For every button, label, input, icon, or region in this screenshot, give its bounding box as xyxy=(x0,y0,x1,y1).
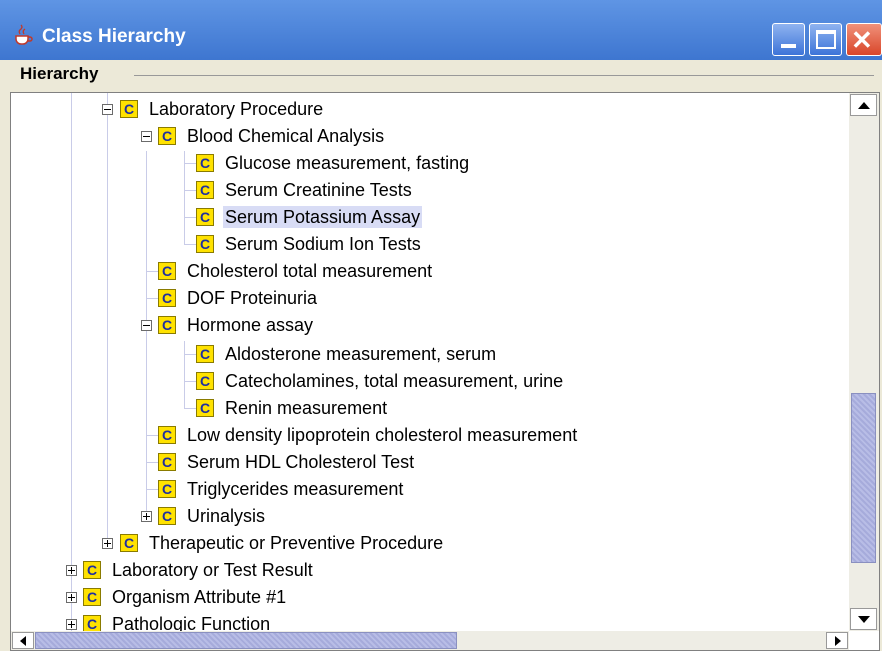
tree-node-label: Blood Chemical Analysis xyxy=(187,126,385,146)
class-icon: C xyxy=(158,316,176,334)
class-icon: C xyxy=(120,534,138,552)
tree-node-label: Low density lipoprotein cholesterol meas… xyxy=(187,425,578,445)
collapse-toggle[interactable] xyxy=(141,320,152,331)
tree-node[interactable]: C Organism Attribute #1 xyxy=(83,584,288,610)
tree-node-label: Organism Attribute #1 xyxy=(112,587,287,607)
maximize-button[interactable] xyxy=(809,23,842,56)
class-icon: C xyxy=(158,127,176,145)
class-icon: C xyxy=(158,289,176,307)
class-icon: C xyxy=(196,208,214,226)
class-icon: C xyxy=(196,399,214,417)
hierarchy-panel: C Laboratory Procedure C Blood Chemical … xyxy=(10,92,880,651)
class-icon: C xyxy=(196,181,214,199)
tree-node[interactable]: C Cholesterol total measurement xyxy=(158,258,434,284)
minimize-button[interactable] xyxy=(772,23,805,56)
tree-connector xyxy=(107,93,108,542)
class-icon: C xyxy=(158,426,176,444)
tree-node[interactable]: C Laboratory Procedure xyxy=(120,96,325,122)
tree-node-label: Urinalysis xyxy=(187,506,266,526)
tree-node-label: Serum Potassium Assay xyxy=(223,206,423,228)
tree-node-label: Triglycerides measurement xyxy=(187,479,404,499)
tree-node-label: Aldosterone measurement, serum xyxy=(225,344,497,364)
class-icon: C xyxy=(120,100,138,118)
tree-node-label: Serum Sodium Ion Tests xyxy=(225,234,421,254)
scroll-right-button[interactable] xyxy=(826,632,848,649)
tree-node-label: Cholesterol total measurement xyxy=(187,261,433,281)
group-border xyxy=(134,75,874,76)
collapse-toggle[interactable] xyxy=(102,104,113,115)
tree-node-label: DOF Proteinuria xyxy=(187,288,318,308)
expand-toggle[interactable] xyxy=(66,565,77,576)
collapse-toggle[interactable] xyxy=(141,131,152,142)
class-icon: C xyxy=(196,345,214,363)
class-icon: C xyxy=(196,372,214,390)
tree-node[interactable]: C Low density lipoprotein cholesterol me… xyxy=(158,422,579,448)
tree-node[interactable]: C Hormone assay xyxy=(158,312,315,338)
tree-node[interactable]: C Aldosterone measurement, serum xyxy=(196,341,498,367)
vertical-scrollbar[interactable] xyxy=(849,93,879,631)
tree-node-label: Renin measurement xyxy=(225,398,388,418)
scroll-down-button[interactable] xyxy=(850,608,877,630)
tree-connector xyxy=(71,93,72,631)
expand-toggle[interactable] xyxy=(141,511,152,522)
vertical-scroll-thumb[interactable] xyxy=(851,393,876,563)
scroll-left-button[interactable] xyxy=(12,632,34,649)
tree-connector xyxy=(184,341,185,409)
horizontal-scroll-thumb[interactable] xyxy=(35,632,457,649)
class-icon: C xyxy=(158,507,176,525)
tree-node[interactable]: C Serum Creatinine Tests xyxy=(196,177,414,203)
tree-node[interactable]: C DOF Proteinuria xyxy=(158,285,319,311)
window-title: Class Hierarchy xyxy=(42,26,186,47)
tree-node-label: Laboratory or Test Result xyxy=(112,560,313,580)
maximize-icon xyxy=(816,30,836,49)
tree-node-label: Catecholamines, total measurement, urine xyxy=(225,371,564,391)
tree-node[interactable]: C Therapeutic or Preventive Procedure xyxy=(120,530,445,556)
tree-node-label: Therapeutic or Preventive Procedure xyxy=(149,533,444,553)
tree-node-selected[interactable]: C Serum Potassium Assay xyxy=(196,204,423,230)
class-icon: C xyxy=(196,154,214,172)
expand-toggle[interactable] xyxy=(102,538,113,549)
class-icon: C xyxy=(83,561,101,579)
tree-node[interactable]: C Catecholamines, total measurement, uri… xyxy=(196,368,565,394)
tree-node-label: Hormone assay xyxy=(187,315,314,335)
title-bar[interactable]: Class Hierarchy ✕ xyxy=(0,0,882,60)
class-icon: C xyxy=(158,480,176,498)
tree-node-label: Serum Creatinine Tests xyxy=(225,180,412,200)
tree-node[interactable]: C Urinalysis xyxy=(158,503,267,529)
close-button[interactable]: ✕ xyxy=(846,23,882,56)
expand-toggle[interactable] xyxy=(66,619,77,630)
tree-node-label: Laboratory Procedure xyxy=(149,99,324,119)
expand-toggle[interactable] xyxy=(66,592,77,603)
tree-node[interactable]: C Blood Chemical Analysis xyxy=(158,123,386,149)
minimize-icon xyxy=(781,44,796,48)
class-icon: C xyxy=(83,588,101,606)
class-icon: C xyxy=(158,262,176,280)
tree-node[interactable]: C Renin measurement xyxy=(196,395,389,421)
tree-node-label: Glucose measurement, fasting xyxy=(225,153,470,173)
class-tree[interactable]: C Laboratory Procedure C Blood Chemical … xyxy=(11,93,849,634)
horizontal-scrollbar[interactable] xyxy=(11,631,849,650)
close-icon: ✕ xyxy=(851,25,873,55)
tree-node[interactable]: C Laboratory or Test Result xyxy=(83,557,315,583)
tree-node[interactable]: C Glucose measurement, fasting xyxy=(196,150,471,176)
scroll-up-button[interactable] xyxy=(850,94,877,116)
tree-node[interactable]: C Serum HDL Cholesterol Test xyxy=(158,449,416,475)
tree-node[interactable]: C Serum Sodium Ion Tests xyxy=(196,231,423,257)
tree-node-label: Serum HDL Cholesterol Test xyxy=(187,452,415,472)
window-body: Hierarchy C Laboratory Procedure C Blood… xyxy=(0,60,882,651)
tree-connector xyxy=(184,151,185,245)
class-icon: C xyxy=(158,453,176,471)
java-cup-icon xyxy=(15,24,33,45)
tree-node[interactable]: C Triglycerides measurement xyxy=(158,476,405,502)
class-icon: C xyxy=(196,235,214,253)
hierarchy-label: Hierarchy xyxy=(20,64,99,83)
